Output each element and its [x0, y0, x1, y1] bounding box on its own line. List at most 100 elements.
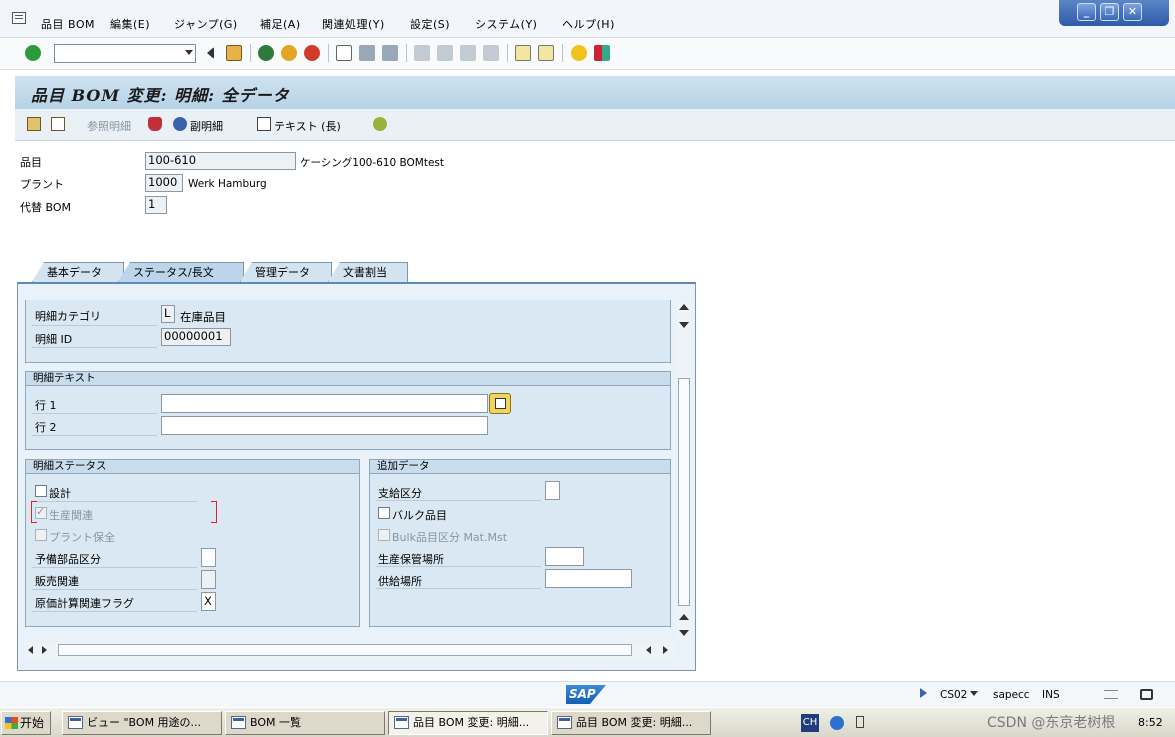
hscroll-thumb[interactable] [58, 644, 632, 656]
edit-long-text-button[interactable] [489, 393, 511, 414]
sales-relevant-label: 販売関連 [35, 575, 79, 588]
line2-label: 行 2 [35, 421, 57, 434]
scroll-down-icon[interactable] [679, 630, 689, 636]
sap-window-icon [394, 716, 409, 729]
menu-material-bom[interactable]: 品目 BOM [41, 16, 95, 32]
menu-help[interactable]: ヘルプ(H) [562, 16, 615, 32]
user-icon [173, 117, 187, 131]
line1-input[interactable] [161, 394, 488, 413]
title-bar: 品目 BOM 変更: 明細: 全データ [15, 76, 1175, 109]
bulk-material-checkbox[interactable] [378, 507, 390, 519]
bulk-material-label: バルク品目 [392, 509, 447, 522]
menu-extras[interactable]: 補足(A) [260, 16, 301, 32]
tab-document-assignment[interactable]: 文書割当 [328, 262, 408, 282]
taskbar-item-bom-change-2[interactable]: 品目 BOM 変更: 明細... [551, 711, 711, 735]
previous-item-icon[interactable] [27, 117, 41, 131]
vertical-scrollbar[interactable] [677, 300, 691, 640]
scroll-thumb[interactable] [678, 378, 690, 606]
next-item-icon[interactable] [51, 117, 65, 131]
plant-field: 1000 [145, 174, 183, 192]
windows-logo-icon [5, 717, 18, 729]
sap-window-icon [68, 716, 83, 729]
collapse-icon[interactable] [204, 47, 214, 59]
find-icon[interactable] [359, 45, 375, 61]
status-expand-icon[interactable] [920, 688, 927, 698]
ref-item-button[interactable]: 参照明細 [87, 118, 131, 134]
command-field[interactable] [54, 44, 196, 63]
bulk-material-mm-checkbox[interactable] [378, 529, 390, 541]
item-text-heading: 明細テキスト [26, 372, 670, 386]
menu-system[interactable]: システム(Y) [475, 16, 537, 32]
chevron-down-icon[interactable] [970, 691, 978, 696]
enter-icon[interactable] [25, 45, 41, 61]
menu-environment[interactable]: 関連処理(Y) [322, 16, 385, 32]
ime-options-icon[interactable] [856, 716, 864, 728]
refresh-icon[interactable] [373, 117, 387, 131]
scroll-up-icon[interactable] [679, 614, 689, 620]
save-icon[interactable] [226, 45, 242, 61]
row-divider [32, 589, 197, 590]
shortcut-icon[interactable] [538, 45, 554, 61]
status-bar: SAP CS02 sapecc INS [0, 681, 1175, 707]
system-menu-icon[interactable] [12, 12, 26, 24]
window-controls: _ ❐ ✕ [1059, 0, 1169, 26]
horizontal-scrollbar[interactable] [25, 643, 676, 658]
taskbar-item-label: BOM 一覧 [250, 716, 301, 729]
exit-icon[interactable] [281, 45, 297, 61]
find-next-icon[interactable] [382, 45, 398, 61]
menu-goto[interactable]: ジャンプ(G) [174, 16, 238, 32]
start-label: 开始 [20, 716, 45, 730]
taskbar-item-bom-change-1[interactable]: 品目 BOM 変更: 明細... [388, 711, 548, 735]
close-icon[interactable]: ✕ [1123, 3, 1142, 21]
new-session-icon[interactable] [515, 45, 531, 61]
row-divider [32, 413, 157, 414]
supply-area-input[interactable] [545, 569, 632, 588]
material-label: 品目 [20, 156, 42, 169]
next-page-icon[interactable] [460, 45, 476, 61]
production-relevant-label: 生産関連 [49, 509, 93, 522]
sub-item-button[interactable]: 副明細 [190, 118, 223, 134]
line2-input[interactable] [161, 416, 488, 435]
last-page-icon[interactable] [483, 45, 499, 61]
first-page-icon[interactable] [414, 45, 430, 61]
scroll-left-icon[interactable] [28, 646, 33, 654]
scroll-right-icon[interactable] [663, 646, 668, 654]
back-icon[interactable] [258, 45, 274, 61]
spare-part-input[interactable] [201, 548, 216, 567]
menu-settings[interactable]: 設定(S) [410, 16, 450, 32]
taskbar-item-bom-list[interactable]: BOM 一覧 [225, 711, 385, 735]
restore-icon[interactable]: ❐ [1100, 3, 1119, 21]
design-checkbox[interactable] [35, 485, 47, 497]
help-icon[interactable] [571, 45, 587, 61]
scroll-right-icon[interactable] [42, 646, 47, 654]
tab-status-long-text[interactable]: ステータス/長文 [118, 262, 244, 282]
scroll-down-icon[interactable] [679, 322, 689, 328]
chevron-down-icon[interactable] [185, 50, 193, 55]
tab-basic-data[interactable]: 基本データ [32, 262, 124, 282]
taskbar-item-view[interactable]: ビュー "BOM 用途の... [62, 711, 222, 735]
sap-window-icon [557, 716, 572, 729]
tab-admin-data[interactable]: 管理データ [240, 262, 332, 282]
ime-indicator[interactable]: CH [801, 714, 819, 732]
row-divider [32, 501, 197, 502]
help-tray-icon[interactable] [830, 716, 844, 730]
long-text-button[interactable]: テキスト (長) [274, 118, 341, 134]
alt-bom-label: 代替 BOM [20, 201, 71, 214]
production-storage-label: 生産保管場所 [378, 553, 444, 566]
start-button[interactable]: 开始 [1, 711, 51, 735]
hat-icon[interactable] [148, 117, 162, 131]
plant-maintenance-checkbox[interactable] [35, 529, 47, 541]
scroll-up-icon[interactable] [679, 304, 689, 310]
costing-relevant-input[interactable]: X [201, 592, 216, 611]
cancel-icon[interactable] [304, 45, 320, 61]
layout-menu-icon[interactable] [594, 45, 610, 61]
previous-page-icon[interactable] [437, 45, 453, 61]
bulk-material-mm-label: Bulk品目区分 Mat.Mst [392, 531, 508, 544]
minimize-icon[interactable]: _ [1077, 3, 1096, 21]
scroll-left-icon[interactable] [646, 646, 651, 654]
row-divider [32, 611, 197, 612]
supply-indicator-input[interactable] [545, 481, 560, 500]
production-storage-input[interactable] [545, 547, 584, 566]
print-icon[interactable] [336, 45, 352, 61]
menu-edit[interactable]: 編集(E) [110, 16, 150, 32]
